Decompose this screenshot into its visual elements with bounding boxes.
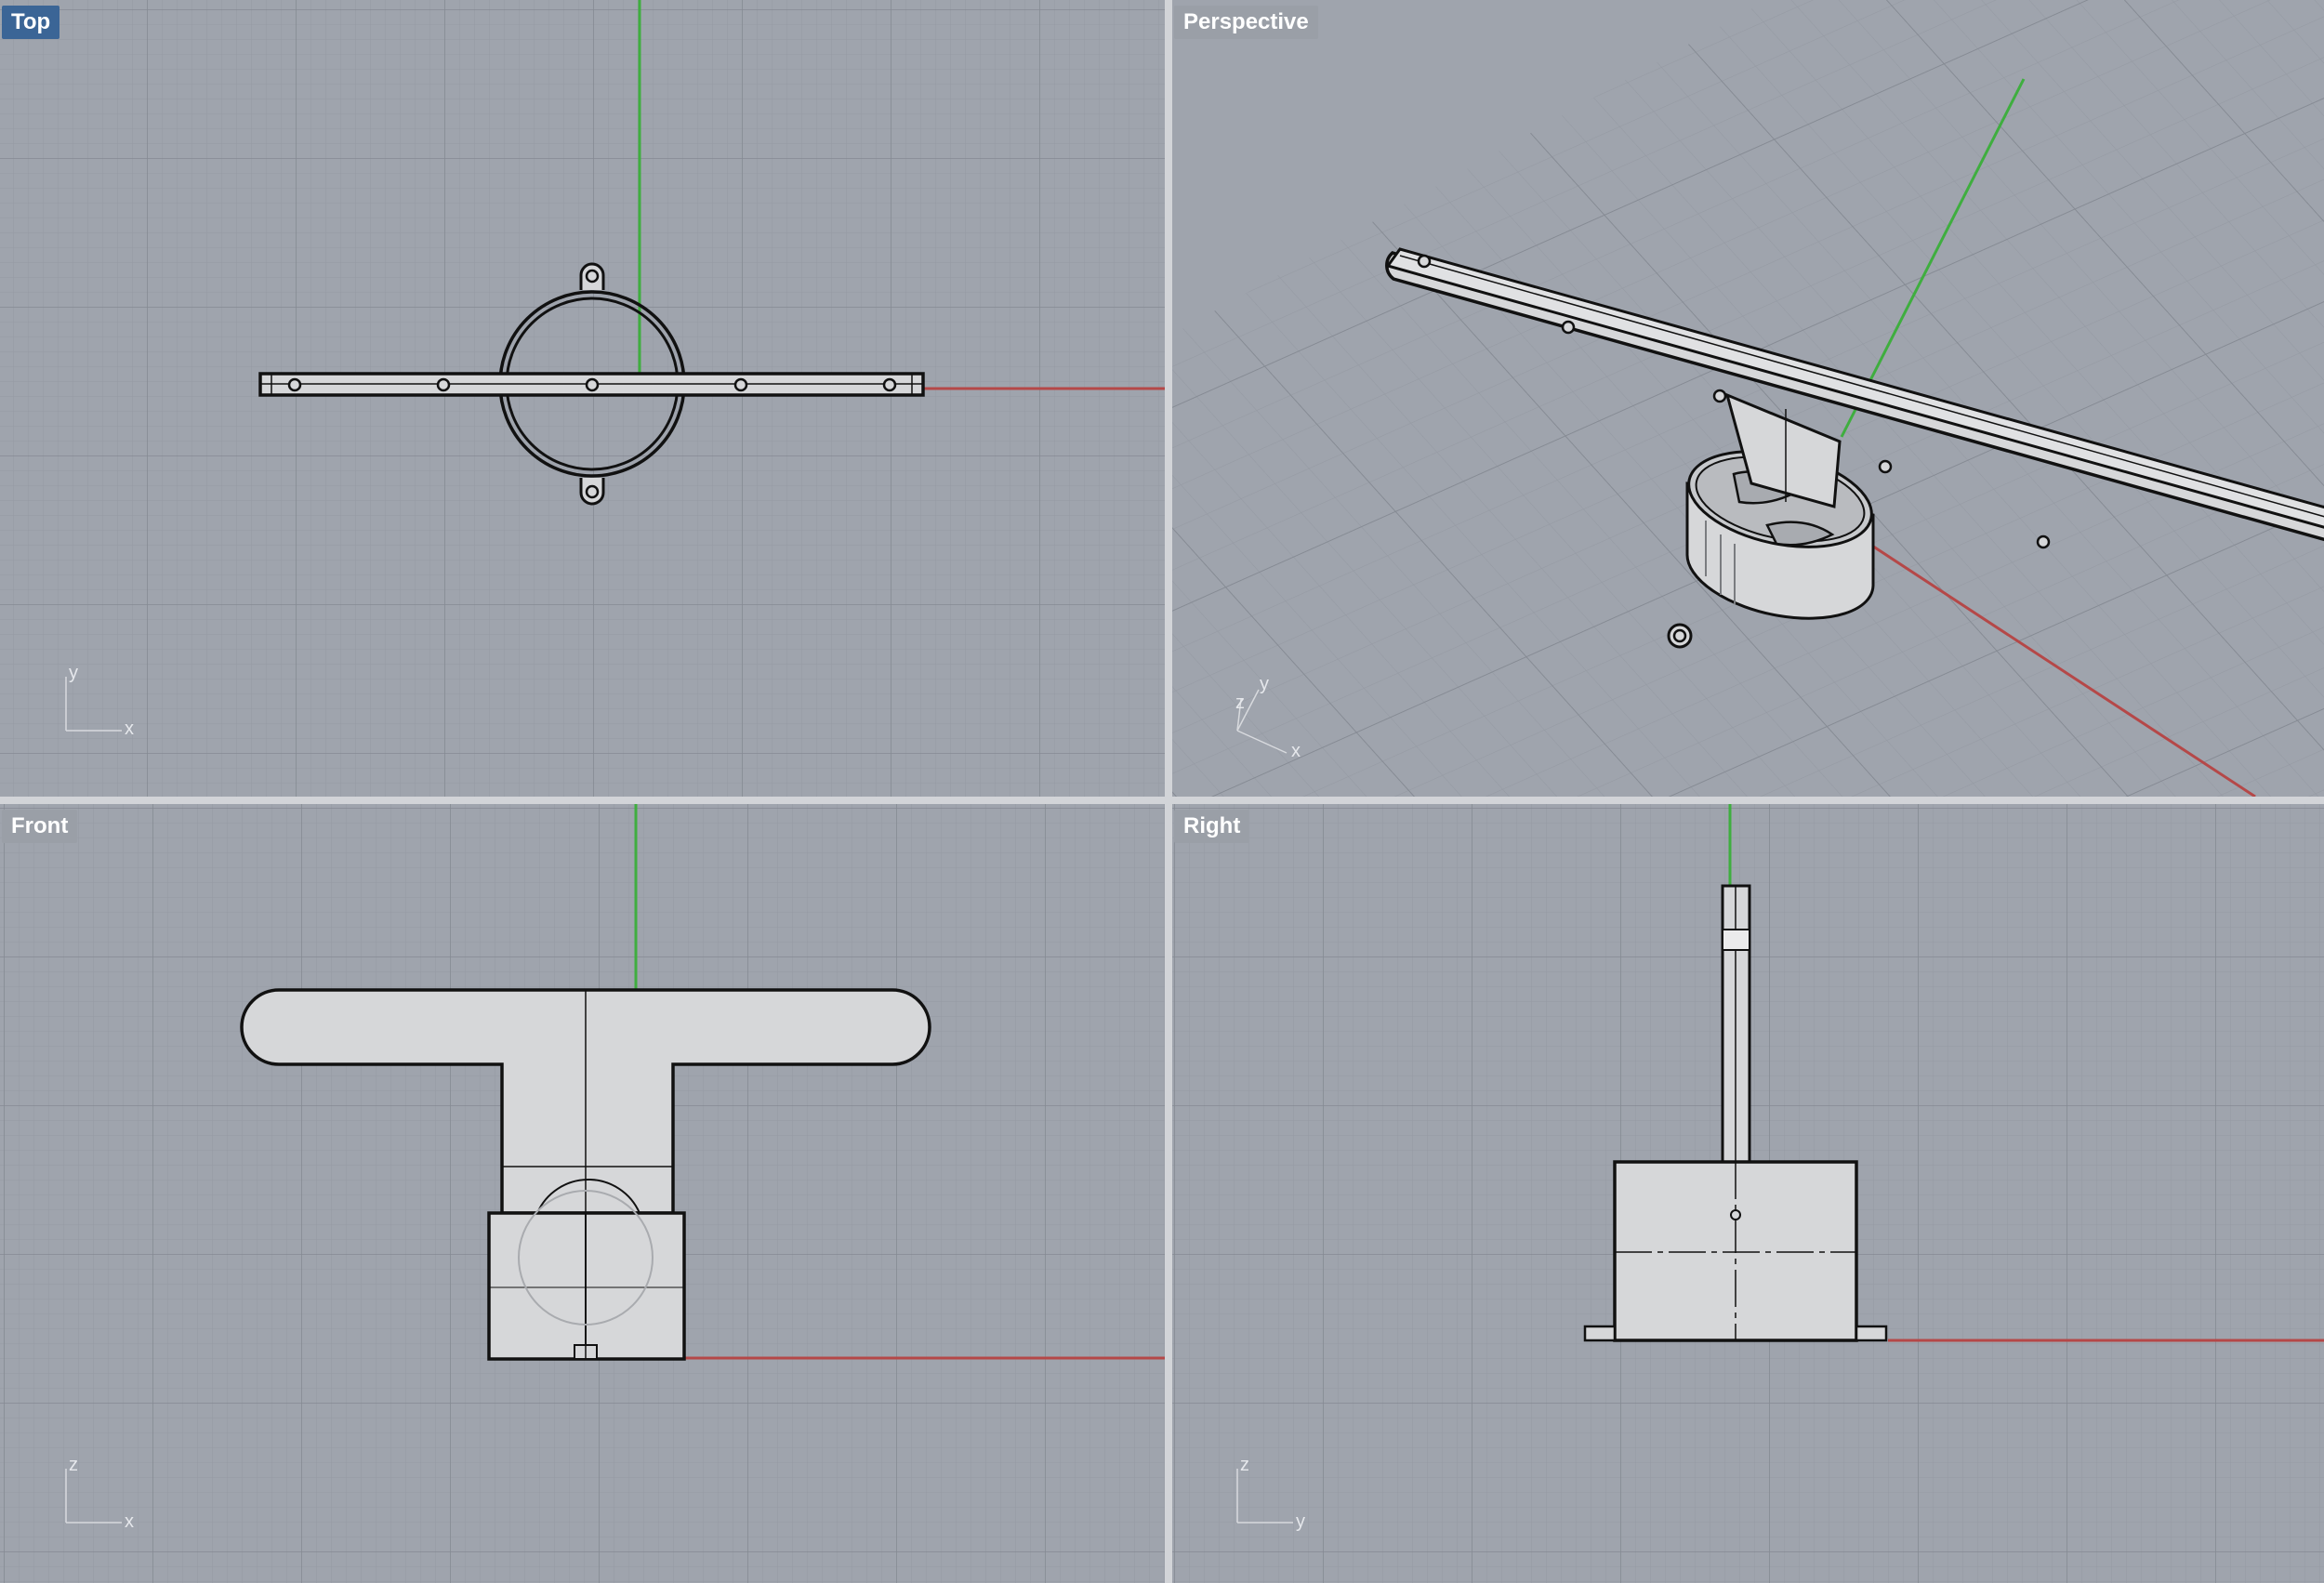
viewport-right[interactable]: Right y z xyxy=(1172,804,2324,1583)
axis-label-z: z xyxy=(1235,693,1245,713)
viewport-title-perspective[interactable]: Perspective xyxy=(1174,6,1318,39)
grid-major xyxy=(0,0,1165,797)
viewport-splitter-horizontal[interactable] xyxy=(0,797,2324,804)
axis-label-y: y xyxy=(1260,674,1269,694)
top-view-canvas[interactable]: x y xyxy=(0,0,1165,797)
axis-label-x: x xyxy=(125,719,134,739)
axis-label-z: z xyxy=(1240,1455,1249,1475)
axis-label-z: z xyxy=(69,1455,78,1475)
axis-label-y: y xyxy=(1296,1511,1305,1532)
viewport-title-top[interactable]: Top xyxy=(2,6,60,39)
axis-label-x: x xyxy=(125,1511,134,1532)
axis-label-y: y xyxy=(69,663,78,683)
viewport-splitter-vertical[interactable] xyxy=(1165,0,1172,1583)
right-view-canvas[interactable]: y z xyxy=(1172,804,2324,1583)
viewport-top[interactable]: Top x y xyxy=(0,0,1165,797)
perspective-view-canvas[interactable]: x y z xyxy=(1172,0,2324,797)
front-view-canvas[interactable]: x z xyxy=(0,804,1165,1583)
viewport-front[interactable]: Front x z xyxy=(0,804,1165,1583)
viewport-title-right[interactable]: Right xyxy=(1174,810,1250,843)
axis-label-x: x xyxy=(1291,741,1301,761)
viewport-title-front[interactable]: Front xyxy=(2,810,78,843)
viewport-perspective[interactable]: Perspective x y z xyxy=(1172,0,2324,797)
